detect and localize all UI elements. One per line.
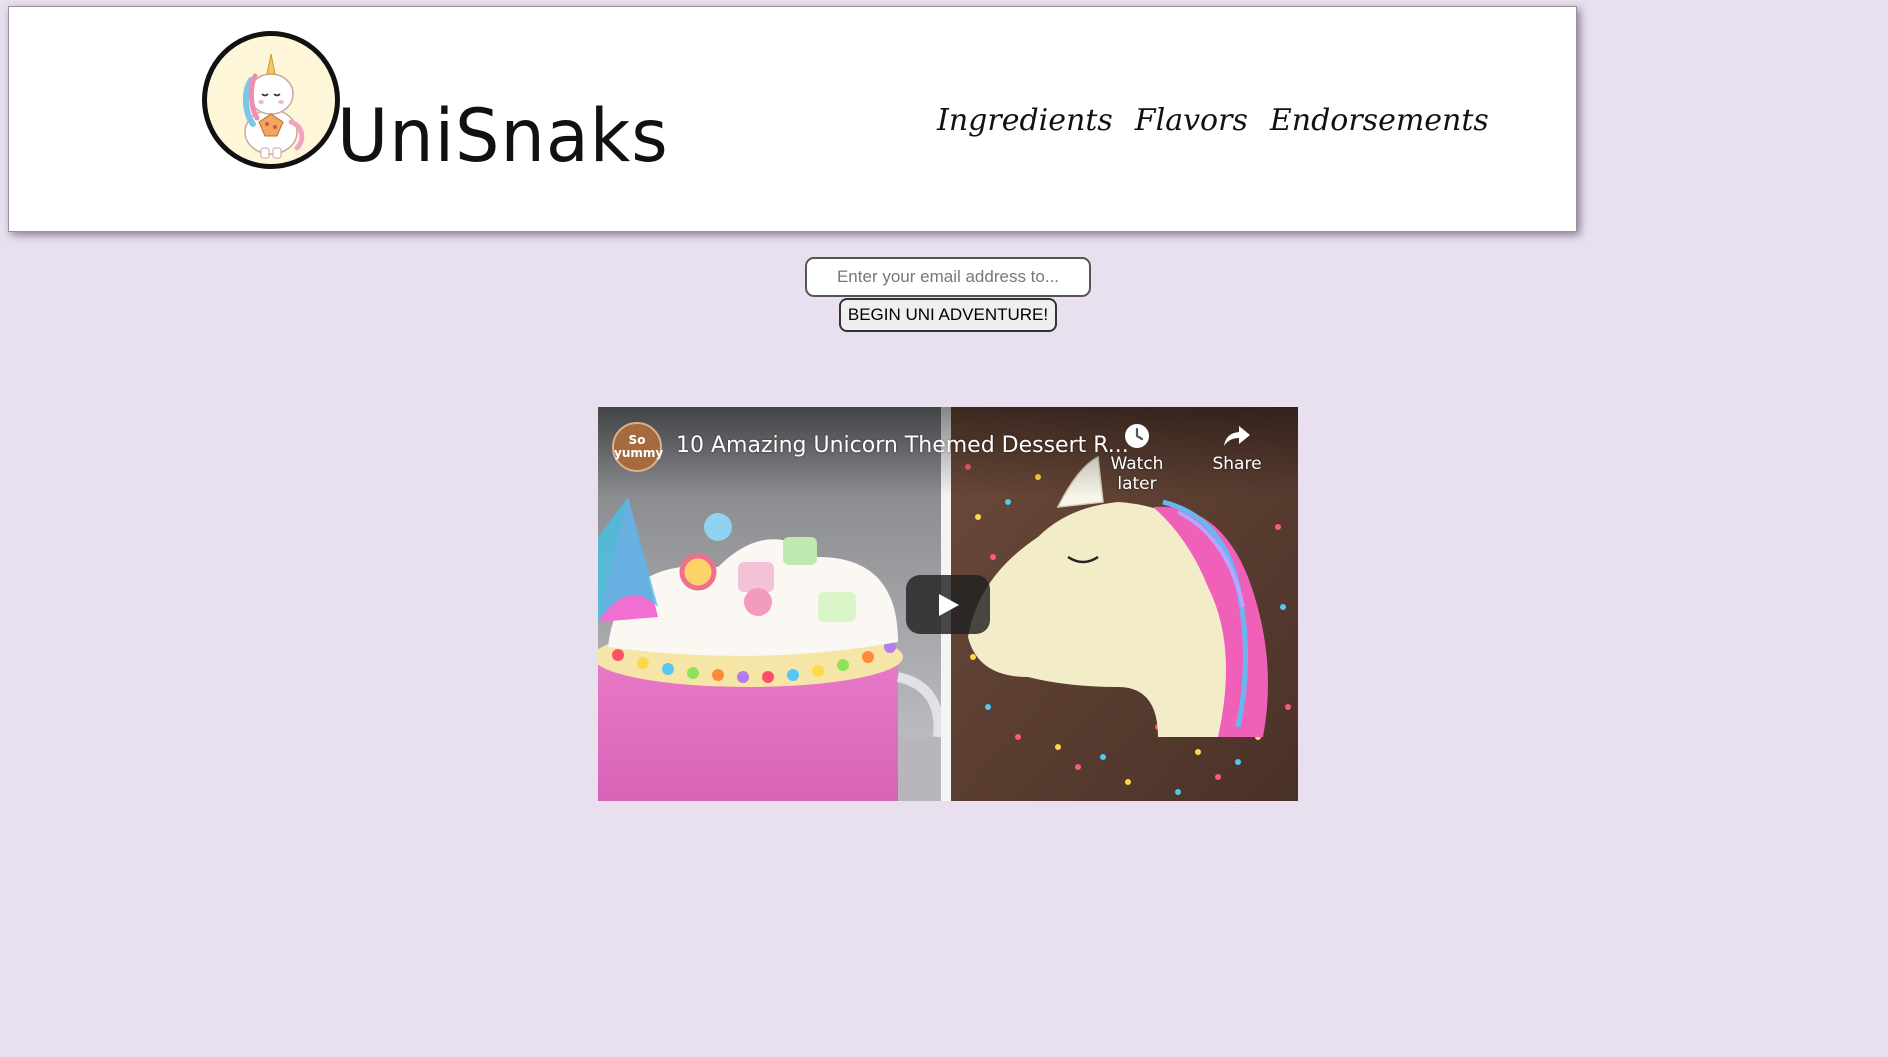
nav-link-flavors[interactable]: Flavors [1135,103,1248,138]
watch-later-button[interactable]: Watch later [1092,422,1182,494]
share-label: Share [1212,454,1262,474]
brand-name: UniSnaks [337,92,669,179]
clock-icon [1125,424,1149,448]
site-header: UniSnaks Ingredients Flavors Endorsement… [8,6,1577,232]
nav-link-ingredients[interactable]: Ingredients [937,103,1113,138]
email-input[interactable] [805,257,1091,297]
unicorn-logo[interactable] [202,31,340,169]
main-nav: Ingredients Flavors Endorsements [937,103,1489,138]
begin-adventure-button[interactable]: BEGIN UNI ADVENTURE! [839,298,1057,332]
video-embed[interactable]: So yummy 10 Amazing Unicorn Themed Desse… [598,407,1298,801]
play-icon [939,594,959,616]
play-button[interactable] [906,575,990,634]
watch-later-label: Watch later [1110,454,1164,494]
share-button[interactable]: Share [1192,422,1282,474]
share-arrow-icon [1224,426,1250,446]
unicorn-mascot-icon [243,53,305,159]
video-title[interactable]: 10 Amazing Unicorn Themed Dessert R... [676,433,1129,458]
channel-avatar[interactable]: So yummy [612,422,663,472]
nav-link-endorsements[interactable]: Endorsements [1270,103,1489,138]
